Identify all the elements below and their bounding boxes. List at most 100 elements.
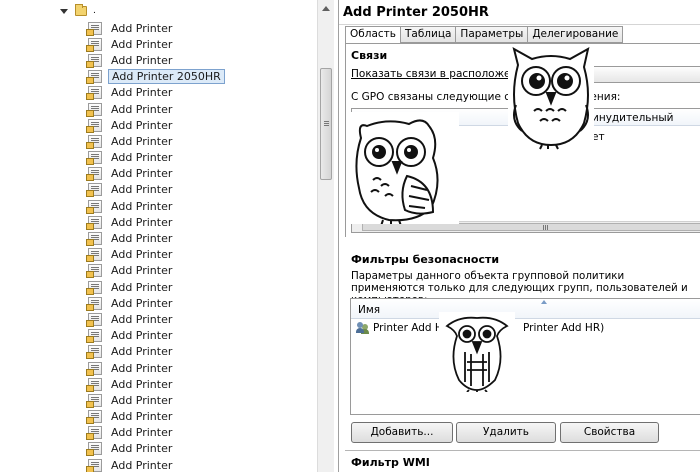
wmi-divider xyxy=(345,450,700,451)
gpo-item-label: Add Printer 2050HR xyxy=(108,69,225,85)
gpo-item-label: Add Printer xyxy=(111,102,173,116)
list-item[interactable]: Add Printer xyxy=(86,20,313,36)
list-item[interactable]: Add Printer xyxy=(86,230,313,247)
gpo-script-icon xyxy=(86,199,102,214)
list-item[interactable]: Add Printer xyxy=(86,457,313,472)
gpo-script-icon xyxy=(86,377,102,392)
tree-root-node[interactable]: . xyxy=(60,3,96,19)
gpo-script-icon xyxy=(86,329,102,344)
gpo-item-label: Add Printer xyxy=(111,426,173,440)
gpo-title: Add Printer 2050HR xyxy=(339,0,700,25)
list-item[interactable]: Add Printer xyxy=(86,150,313,166)
scroll-grip-icon xyxy=(324,121,329,122)
list-item[interactable]: Add Printer xyxy=(86,36,313,52)
gpo-script-icon xyxy=(86,312,102,327)
folder-icon xyxy=(75,4,87,16)
gpo-item-label: Add Printer xyxy=(111,21,173,35)
links-scroll-thumb[interactable] xyxy=(362,223,700,231)
list-item[interactable]: Add Printer xyxy=(86,214,313,230)
list-item[interactable]: Add Printer xyxy=(86,409,313,425)
gpo-script-icon xyxy=(86,248,102,263)
column-name-header[interactable]: Имя xyxy=(358,304,380,316)
gpo-script-icon xyxy=(86,296,102,311)
scroll-grip-icon xyxy=(543,225,544,230)
list-item[interactable]: Add Printer xyxy=(86,311,313,327)
table-row[interactable]: Printer Add HR Printer Add HR) xyxy=(356,322,700,334)
gpo-item-label: Add Printer xyxy=(111,151,173,165)
gpo-script-icon xyxy=(86,345,102,360)
list-item[interactable]: Add Printer xyxy=(86,198,313,214)
gpo-item-label: Add Printer xyxy=(111,280,173,294)
list-item[interactable]: Add Printer xyxy=(86,441,313,457)
tab-settings[interactable]: Параметры xyxy=(456,26,529,43)
gpo-script-icon xyxy=(86,151,102,166)
list-item[interactable]: Add Printer 2050HR xyxy=(86,69,313,85)
owl-drawing-icon xyxy=(347,112,459,224)
list-item[interactable]: Add Printer xyxy=(86,295,313,311)
tab-strip: Область Таблица Параметры Делегирование xyxy=(345,26,624,44)
sort-arrow-icon xyxy=(541,300,547,304)
gpo-script-icon xyxy=(86,426,102,441)
list-item[interactable]: Add Printer xyxy=(86,133,313,149)
gpo-script-icon xyxy=(86,102,102,117)
remove-button[interactable]: Удалить xyxy=(456,422,556,443)
gpo-item-label: Add Printer xyxy=(111,442,173,456)
gpo-script-icon xyxy=(86,134,102,149)
security-filter-title: Фильтры безопасности xyxy=(351,253,500,266)
tab-details[interactable]: Таблица xyxy=(400,26,457,43)
list-item[interactable]: Add Printer xyxy=(86,101,313,117)
list-item[interactable]: Add Printer xyxy=(86,247,313,263)
gpo-item-label: Add Printer xyxy=(111,410,173,424)
gpo-script-icon xyxy=(86,70,102,85)
gpo-script-icon xyxy=(86,53,102,68)
gpo-list: Add Printer Add Printer Add Printer Add Pri… xyxy=(86,20,313,472)
gpo-script-icon xyxy=(86,183,102,198)
list-item[interactable]: Add Printer xyxy=(86,117,313,133)
add-button[interactable]: Добавить... xyxy=(351,422,453,443)
expand-arrow-icon[interactable] xyxy=(60,8,68,14)
gpo-tree-pane: . Add Printer Add Printer Add Printer Add P… xyxy=(0,0,317,472)
owl-drawing-icon xyxy=(439,312,515,392)
list-item[interactable]: Add Printer xyxy=(86,328,313,344)
gpo-script-icon xyxy=(86,458,102,472)
links-column-enforced[interactable]: инудительный xyxy=(592,112,673,124)
security-principal-detail: Printer Add HR) xyxy=(523,322,605,334)
tab-delegation[interactable]: Делегирование xyxy=(528,26,624,43)
gpo-item-label: Add Printer xyxy=(111,53,173,67)
list-item[interactable]: Add Printer xyxy=(86,392,313,408)
security-filter-table[interactable]: Имя Printer Add HR Printer Add HR) xyxy=(350,298,700,415)
list-item[interactable]: Add Printer xyxy=(86,85,313,101)
gpo-script-icon xyxy=(86,37,102,52)
scroll-thumb[interactable] xyxy=(320,68,332,180)
gpo-item-label: Add Printer xyxy=(111,329,173,343)
list-item[interactable]: Add Printer xyxy=(86,360,313,376)
gpo-script-icon xyxy=(86,86,102,101)
gpo-item-label: Add Printer xyxy=(111,361,173,375)
list-item[interactable]: Add Printer xyxy=(86,166,313,182)
list-item[interactable]: Add Printer xyxy=(86,376,313,392)
list-item[interactable]: Add Printer xyxy=(86,425,313,441)
tree-scrollbar[interactable] xyxy=(317,0,334,472)
gpo-item-label: Add Printer xyxy=(111,345,173,359)
gpo-item-label: Add Printer xyxy=(111,215,173,229)
list-item[interactable]: Add Printer xyxy=(86,182,313,198)
gpo-item-label: Add Printer xyxy=(111,264,173,278)
security-filter-header: Имя xyxy=(351,299,700,319)
list-item[interactable]: Add Printer xyxy=(86,279,313,295)
gpo-item-label: Add Printer xyxy=(111,232,173,246)
wmi-filter-title: Фильтр WMI xyxy=(351,456,430,469)
gpo-script-icon xyxy=(86,21,102,36)
list-item[interactable]: Add Printer xyxy=(86,263,313,279)
tab-scope[interactable]: Область xyxy=(345,26,401,44)
properties-button[interactable]: Свойства xyxy=(560,422,659,443)
list-item[interactable]: Add Printer xyxy=(86,344,313,360)
list-item[interactable]: Add Printer xyxy=(86,52,313,68)
users-group-icon xyxy=(356,322,369,334)
gpo-script-icon xyxy=(86,232,102,247)
gpo-item-label: Add Printer xyxy=(111,199,173,213)
gpo-item-label: Add Printer xyxy=(111,458,173,472)
scroll-up-arrow-icon[interactable] xyxy=(322,6,330,11)
gpo-item-label: Add Printer xyxy=(111,312,173,326)
linked-sites-label: С GPO связаны следующие сайт xyxy=(351,91,530,103)
owl-drawing-icon xyxy=(508,45,594,150)
